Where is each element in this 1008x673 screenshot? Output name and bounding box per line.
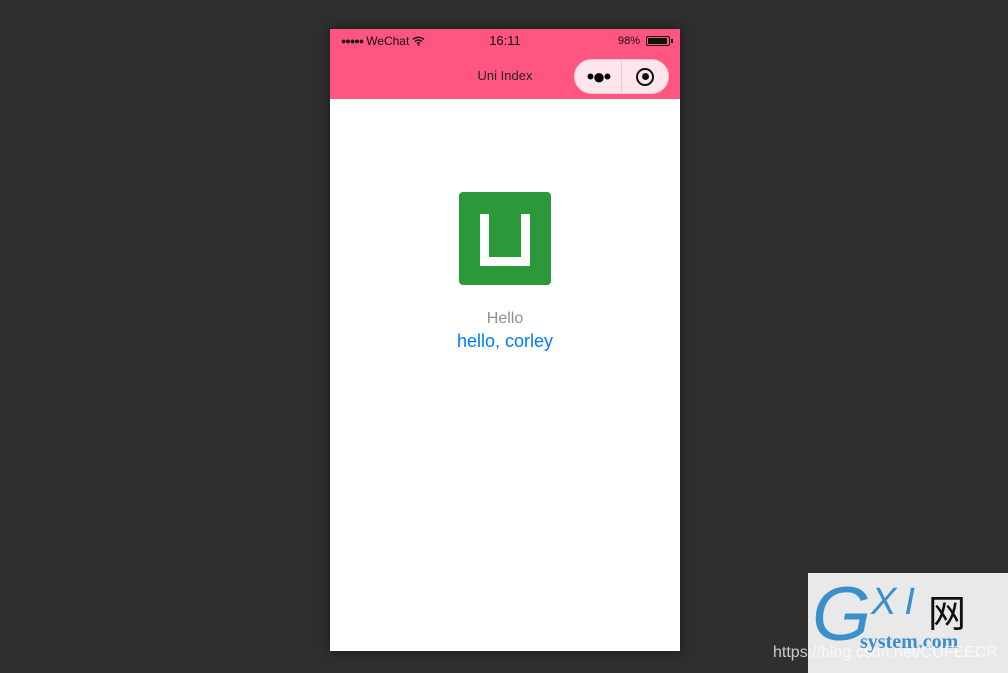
more-dots-icon: •●• <box>586 63 612 89</box>
phone-simulator: ●●●●● WeChat 16:11 98% Uni Index •●• Hell… <box>330 29 680 651</box>
capsule-menu: •●• <box>574 59 669 94</box>
title-text: Hello <box>486 310 524 327</box>
close-button[interactable] <box>622 60 668 93</box>
status-bar: ●●●●● WeChat 16:11 98% <box>330 29 680 53</box>
record-circle-icon <box>636 67 654 86</box>
battery-percent: 98% <box>617 35 640 47</box>
battery-icon <box>646 36 673 46</box>
more-button[interactable]: •●• <box>575 60 621 93</box>
watermark-url: https://blog.csdn.net/CUFEECR <box>773 644 998 661</box>
message-text: hello, corley <box>456 331 554 351</box>
uni-app-logo <box>459 192 551 285</box>
